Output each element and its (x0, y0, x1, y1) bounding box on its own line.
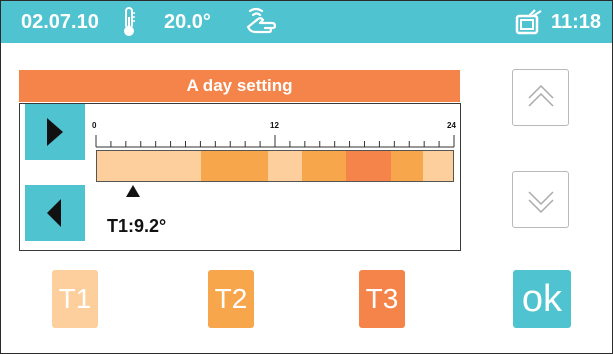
play-right-icon (47, 118, 63, 146)
chevron-up-icon (528, 84, 554, 107)
scroll-up-button[interactable] (512, 69, 569, 126)
status-temperature: 20.0° (164, 11, 211, 33)
ok-button[interactable]: ok (513, 270, 571, 328)
tv-icon (515, 9, 547, 37)
cursor-temperature-label: T1:9.2° (107, 216, 167, 236)
status-time: 11:18 (551, 11, 602, 33)
chevron-down-icon (528, 191, 554, 214)
scroll-down-button[interactable] (512, 171, 569, 228)
hand-wave-icon (244, 5, 284, 39)
t3-button[interactable]: T3 (359, 270, 405, 328)
next-button[interactable] (25, 104, 85, 160)
thermometer-icon (121, 5, 137, 39)
time-cursor-marker[interactable] (125, 185, 141, 197)
schedule-segment-t3[interactable] (346, 151, 391, 181)
schedule-segment-t2[interactable] (390, 151, 424, 181)
t1-button[interactable]: T1 (52, 270, 98, 328)
schedule-segment-t1[interactable] (267, 151, 302, 181)
panel-title: A day setting (19, 70, 460, 102)
schedule-segment-t1[interactable] (97, 151, 201, 181)
schedule-segment-t2[interactable] (200, 151, 268, 181)
t2-button[interactable]: T2 (208, 270, 254, 328)
status-bar: 02.07.10 20.0° 11:18 (1, 1, 612, 43)
schedule-bar[interactable] (96, 150, 454, 182)
schedule-segment-t2[interactable] (301, 151, 347, 181)
thermostat-screen: 02.07.10 20.0° 11:18 A day setting 0 12 … (0, 0, 613, 354)
previous-button[interactable] (25, 185, 85, 241)
play-left-icon (47, 199, 61, 227)
schedule-segment-t1[interactable] (423, 151, 453, 181)
status-date: 02.07.10 (21, 11, 99, 33)
